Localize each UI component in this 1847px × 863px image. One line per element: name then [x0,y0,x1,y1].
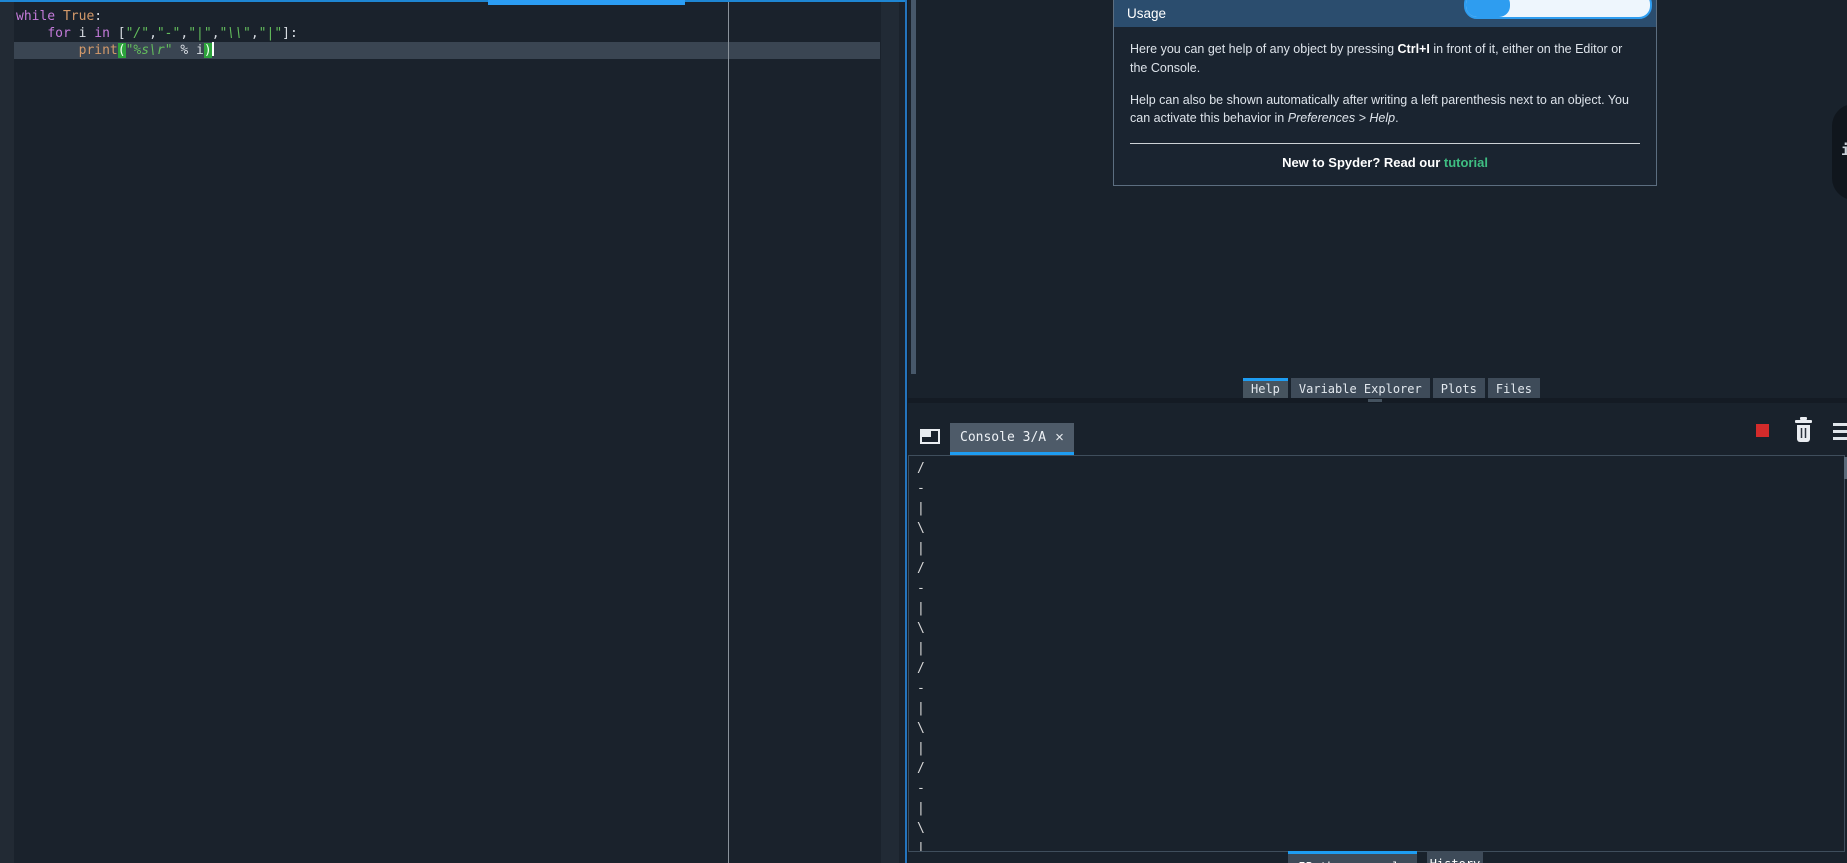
console-output-line: / [917,561,925,576]
code-token: , [211,26,220,41]
text-segment: Here you can get help of any object by p… [1130,42,1398,56]
console-output-line: | [917,801,925,816]
console-output-line: | [917,701,925,716]
console-output-line: | [917,541,925,556]
text-segment: . [1395,111,1399,126]
code-token: ]: [282,26,298,41]
code-area[interactable]: while True: for i in ["/","-","|","\\","… [14,8,880,59]
info-icon: i [1841,141,1847,159]
code-token: , [149,26,157,41]
editor-79col-edge-line [728,2,729,863]
code-line[interactable]: while True: [14,8,880,25]
help-toggle-switch[interactable] [1464,0,1652,19]
help-panel: Usage Here you can get help of any objec… [908,0,1847,398]
code-token: "|" [258,26,283,41]
code-token: "-" [156,26,181,41]
browse-tabs-icon[interactable] [920,429,940,444]
text-segment: Preferences > Help [1287,111,1396,126]
code-token: "|" [188,26,212,41]
code-token: ( [117,43,126,58]
console-tab-label: Console 3/A [960,430,1047,445]
console-output-line: / [917,761,925,776]
code-token: while [16,9,56,24]
close-icon[interactable]: × [1055,429,1064,446]
usage-header: Usage [1114,0,1656,27]
trash-icon[interactable] [1792,417,1815,444]
tab-variable-explorer[interactable]: Variable Explorer [1290,378,1430,398]
code-token: , [250,26,259,41]
console-output-line: | [917,641,925,656]
info-badge[interactable]: i [1832,104,1847,200]
code-line[interactable]: print("%s\r" % i) [14,42,880,59]
browse-tabs-corner [922,431,931,437]
console-output-line: \ [917,621,925,636]
pane-tab-bar: Help Variable Explorer Plots Files [1243,378,1540,398]
console-output-line: \ [917,821,925,836]
code-token: in [94,26,110,41]
menu-bar [1833,423,1847,426]
tab-plots[interactable]: Plots [1432,378,1485,398]
splitter-handle[interactable] [1368,399,1382,402]
usage-box: Usage Here you can get help of any objec… [1113,0,1657,186]
console-output-line: - [917,581,925,596]
stop-square-icon[interactable] [1756,424,1769,437]
code-token: : [94,9,103,24]
console-output-line: - [917,681,925,696]
console-output-line: / [917,661,925,676]
console-output-line: | [917,501,925,516]
tab-files[interactable]: Files [1487,378,1540,398]
code-token: % i [172,43,204,58]
tab-console-3a[interactable]: Console 3/A × [950,423,1074,455]
editor-focus-border [905,0,907,863]
editor-top-border [0,0,907,2]
code-line[interactable]: for i in ["/","-","|","\\","|"]: [14,25,880,42]
code-token: "%s\r" [125,43,173,58]
code-token: "\\" [219,26,251,41]
usage-footer: New to Spyder? Read our tutorial [1114,155,1656,170]
code-token: i [70,26,95,41]
console-output-line: | [917,741,925,756]
text-cursor [211,42,214,56]
console-output-line: \ [917,721,925,736]
usage-paragraph-1: Here you can get help of any object by p… [1130,40,1640,78]
console-output-line: | [917,601,925,616]
console-output[interactable]: / - | \ | / - | \ | / - | \ | / - | \ | [908,455,1845,852]
console-output-line: - [917,481,925,496]
toggle-knob-icon [1466,0,1510,17]
editor-scrollbar[interactable] [881,2,899,863]
console-panel: Console 3/A × /-|\|/-|\|/-|\|/-|\| IPyth… [908,403,1847,863]
tab-ipython-console[interactable]: IPython console [1288,851,1417,863]
help-scrollbar[interactable] [911,0,916,374]
usage-paragraph-2: Help can also be shown automatically aft… [1130,91,1640,129]
code-token: [ [109,26,126,41]
console-output-line: \ [917,521,925,536]
code-token: for [47,26,71,41]
console-output-line: - [917,781,925,796]
tutorial-link[interactable]: tutorial [1444,155,1488,170]
usage-divider [1130,143,1640,144]
usage-body: Here you can get help of any object by p… [1114,40,1656,128]
hamburger-menu-icon[interactable] [1833,423,1847,444]
text-segment: Ctrl+I [1397,42,1430,56]
editor-pane[interactable]: while True: for i in ["/","-","|","\\","… [0,0,907,863]
tab-help[interactable]: Help [1243,378,1288,398]
console-output-line: / [917,461,925,476]
code-token: ) [203,43,212,58]
editor-active-tab-indicator [488,0,685,5]
footer-text: New to Spyder? Read our [1282,155,1444,170]
code-token: print [78,43,118,58]
editor-gutter [0,2,14,863]
code-token: True [62,9,95,24]
tab-history[interactable]: History [1427,851,1483,863]
menu-bar [1833,437,1847,440]
menu-bar [1833,430,1847,433]
usage-title: Usage [1127,6,1167,21]
console-bottom-tab-bar: IPython console History [908,851,1847,863]
code-token: "/" [125,26,150,41]
